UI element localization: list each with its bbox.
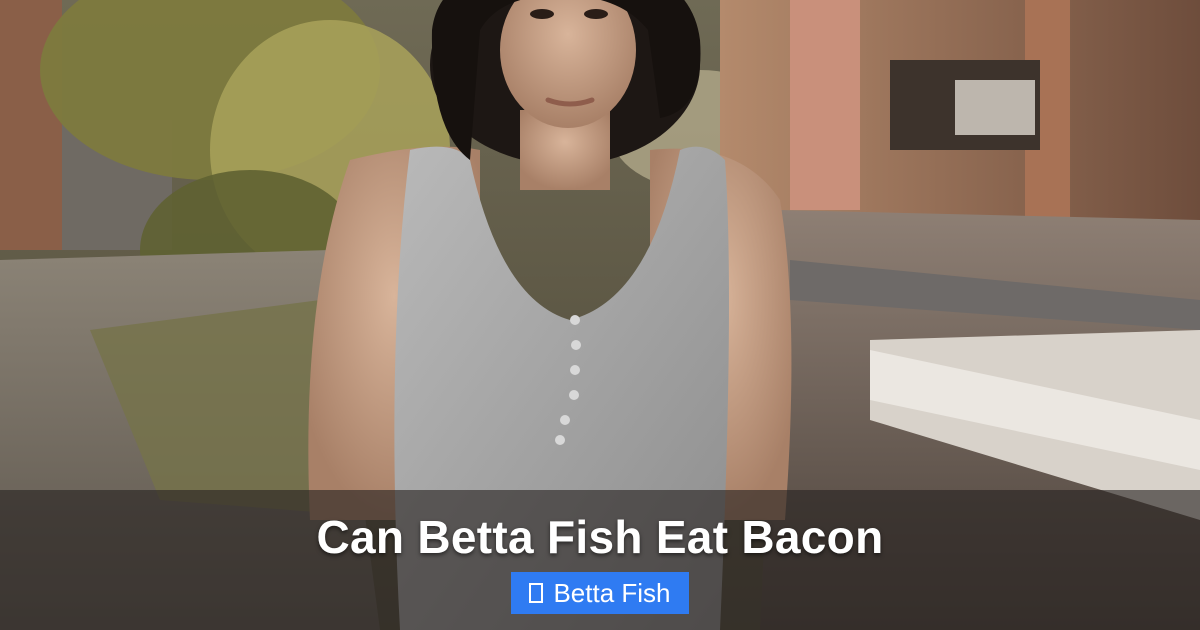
caption-block: Can Betta Fish Eat Bacon Betta Fish (0, 508, 1200, 614)
category-row: Betta Fish (0, 572, 1200, 614)
tag-icon (529, 583, 544, 603)
featured-image-card: Can Betta Fish Eat Bacon Betta Fish (0, 0, 1200, 630)
post-title[interactable]: Can Betta Fish Eat Bacon (317, 508, 884, 566)
category-label: Betta Fish (553, 577, 671, 608)
category-badge[interactable]: Betta Fish (511, 572, 689, 614)
